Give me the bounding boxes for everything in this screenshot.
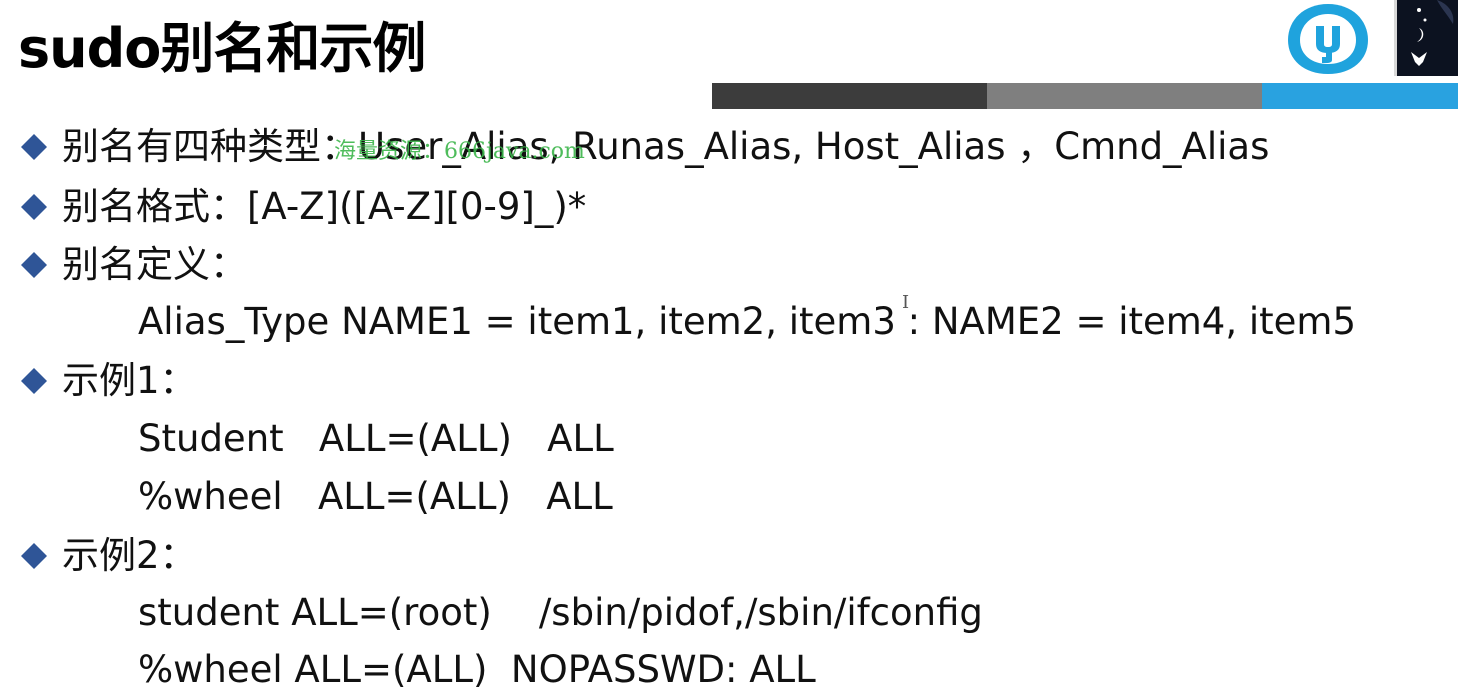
slide: sudo别名和示例 别名有四种类型：User_Alias, Runas_Alia… — [0, 0, 1458, 697]
brand-logo-icon — [1284, 0, 1372, 76]
example2-line1: student ALL=(root) /sbin/pidof,/sbin/ifc… — [138, 591, 983, 634]
definition-syntax-line: Alias_Type NAME1 = item1, item2, item3 :… — [138, 300, 1357, 343]
bullet-text-alias-definition: 别名定义： — [62, 243, 247, 286]
bullet-text-example1: 示例1： — [62, 359, 197, 402]
watermark-text: 海量资源：666java.com — [334, 139, 585, 164]
bullet-text-alias-types: 别名有四种类型：User_Alias, Runas_Alias, Host_Al… — [62, 125, 1270, 168]
corner-thumbnail-image — [1394, 0, 1458, 76]
text-cursor-icon: I — [902, 292, 910, 313]
header-bar-dark — [712, 83, 987, 109]
example1-line1: Student ALL=(ALL) ALL — [138, 417, 614, 460]
header-bar-gray — [987, 83, 1262, 109]
slide-title: sudo别名和示例 — [18, 17, 426, 80]
header-bar-blue — [1262, 83, 1458, 109]
example2-line2: %wheel ALL=(ALL) NOPASSWD: ALL — [138, 648, 816, 691]
bullet-text-alias-format: 别名格式：[A-Z]([A-Z][0-9]_)* — [62, 185, 587, 228]
example1-line2: %wheel ALL=(ALL) ALL — [138, 475, 613, 518]
bullet-text-example2: 示例2： — [62, 534, 197, 577]
